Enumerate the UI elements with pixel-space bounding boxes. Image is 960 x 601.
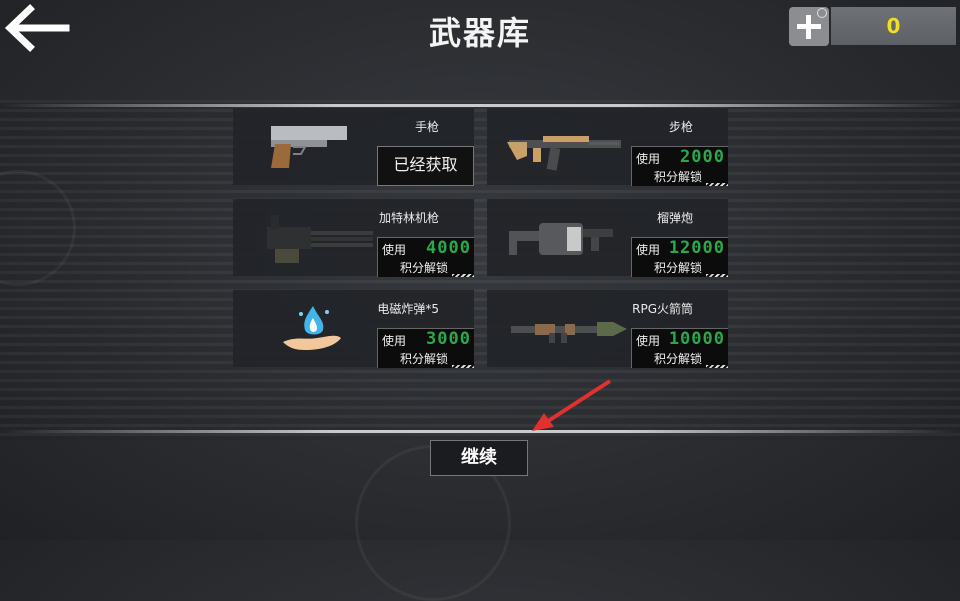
coin-icon xyxy=(817,8,827,18)
unlock-rifle-button[interactable]: 使用 2000 积分解锁 xyxy=(631,146,728,186)
weapon-name: 加特林机枪 xyxy=(378,211,439,225)
emp-bomb-icon xyxy=(283,306,341,350)
use-label: 使用 xyxy=(382,334,407,348)
weapon-name: 步枪 xyxy=(668,120,693,134)
unlock-label: 积分解锁 xyxy=(400,261,449,275)
back-arrow-icon xyxy=(4,4,70,52)
unlock-cost: 2000 xyxy=(680,147,725,167)
background-stripes xyxy=(0,100,960,440)
divider-top xyxy=(0,104,960,107)
weapon-card-pistol[interactable]: 手枪 已经获取 xyxy=(233,107,474,186)
rpg-launcher-icon xyxy=(511,322,627,343)
unlock-label: 积分解锁 xyxy=(654,261,703,275)
gatling-gun-icon xyxy=(267,215,373,263)
continue-button[interactable]: 继续 xyxy=(430,440,528,476)
weapon-name: RPG火箭筒 xyxy=(632,302,693,316)
weapon-card-rifle[interactable]: 步枪 使用 2000 积分解锁 xyxy=(487,107,728,186)
weapon-name: 榴弹炮 xyxy=(656,211,693,225)
pistol-icon xyxy=(271,126,347,168)
weapon-name: 电磁炸弹*5 xyxy=(377,302,439,316)
back-button[interactable] xyxy=(2,4,70,52)
weapon-card-emp-bomb[interactable]: 电磁炸弹*5 使用 3000 积分解锁 xyxy=(233,289,474,368)
unlock-emp-bomb-button[interactable]: 使用 3000 积分解锁 xyxy=(377,328,474,368)
use-label: 使用 xyxy=(382,243,407,257)
unlock-cost: 12000 xyxy=(668,238,725,258)
rifle-icon xyxy=(507,136,621,171)
unlock-cost: 10000 xyxy=(668,329,725,349)
grenade-launcher-icon xyxy=(509,223,613,255)
unlock-label: 积分解锁 xyxy=(654,170,703,184)
unlock-cost: 3000 xyxy=(426,329,471,349)
unlock-label: 积分解锁 xyxy=(654,352,703,366)
weapon-card-rpg[interactable]: RPG火箭筒 使用 10000 积分解锁 xyxy=(487,289,728,368)
use-label: 使用 xyxy=(636,334,661,348)
use-label: 使用 xyxy=(636,152,661,166)
unlock-gatling-button[interactable]: 使用 4000 积分解锁 xyxy=(377,237,474,277)
unlock-rpg-button[interactable]: 使用 10000 积分解锁 xyxy=(631,328,728,368)
owned-status-badge: 已经获取 xyxy=(377,146,474,186)
currency-display: 0 xyxy=(831,7,956,45)
unlock-grenade-launcher-button[interactable]: 使用 12000 积分解锁 xyxy=(631,237,728,277)
weapon-card-grenade-launcher[interactable]: 榴弹炮 使用 12000 积分解锁 xyxy=(487,198,728,277)
add-currency-button[interactable] xyxy=(789,7,829,46)
weapon-name: 手枪 xyxy=(414,120,439,134)
use-label: 使用 xyxy=(636,243,661,257)
weapon-card-gatling[interactable]: 加特林机枪 使用 4000 积分解锁 xyxy=(233,198,474,277)
page-title: 武器库 xyxy=(428,14,531,52)
unlock-cost: 4000 xyxy=(426,238,471,258)
unlock-label: 积分解锁 xyxy=(400,352,449,366)
pointer-arrow-icon xyxy=(532,379,612,431)
divider-bottom xyxy=(0,430,960,433)
